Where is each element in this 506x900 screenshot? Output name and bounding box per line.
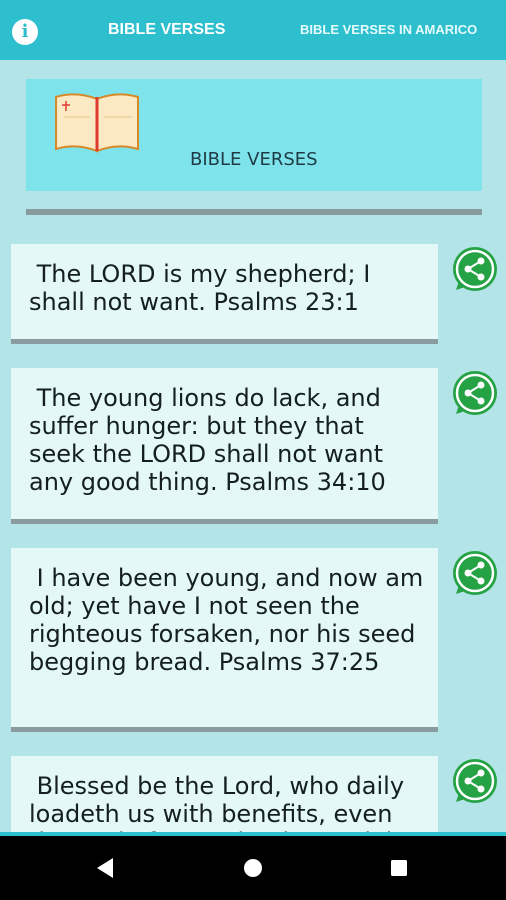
verse-card[interactable]: The young lions do lack, and suffer hung… xyxy=(11,368,438,524)
nav-back-button[interactable] xyxy=(80,836,130,900)
whatsapp-share-icon[interactable] xyxy=(450,246,498,294)
verse-card[interactable]: I have been young, and now am old; yet h… xyxy=(11,548,438,732)
nav-recents-button[interactable] xyxy=(374,836,424,900)
recents-square-icon xyxy=(391,860,407,876)
app-bar: i BIBLE VERSES BIBLE VERSES IN AMARICO xyxy=(0,0,506,60)
verse-text: Blessed be the Lord, who daily loadeth u… xyxy=(29,772,409,836)
header-card: BIBLE VERSES xyxy=(26,79,482,191)
home-circle-icon xyxy=(244,859,262,877)
verse-card[interactable]: The LORD is my shepherd; I shall not wan… xyxy=(11,244,438,344)
nav-home-button[interactable] xyxy=(228,836,278,900)
system-navigation-bar xyxy=(0,836,506,900)
verse-text: The young lions do lack, and suffer hung… xyxy=(29,384,391,496)
back-triangle-icon xyxy=(97,858,113,878)
header-title: BIBLE VERSES xyxy=(190,149,318,170)
whatsapp-share-icon[interactable] xyxy=(450,370,498,418)
tab-bible-verses-in-amarico[interactable]: BIBLE VERSES IN AMARICO xyxy=(300,0,477,60)
whatsapp-share-icon[interactable] xyxy=(450,550,498,598)
header-divider xyxy=(26,209,482,215)
verse-text: The LORD is my shepherd; I shall not wan… xyxy=(29,260,378,316)
open-bible-icon xyxy=(55,93,139,153)
verse-text: I have been young, and now am old; yet h… xyxy=(29,564,431,676)
verse-card[interactable]: Blessed be the Lord, who daily loadeth u… xyxy=(11,756,438,836)
tab-bible-verses[interactable]: BIBLE VERSES xyxy=(108,0,225,60)
whatsapp-share-icon[interactable] xyxy=(450,758,498,806)
info-icon[interactable]: i xyxy=(12,19,38,45)
content-area[interactable]: BIBLE VERSES The LORD is my shepherd; I … xyxy=(0,60,506,836)
